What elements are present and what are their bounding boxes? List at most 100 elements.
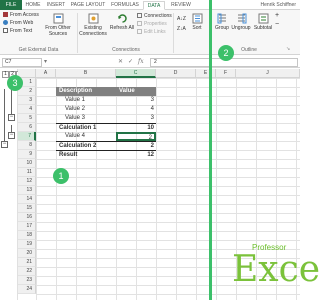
table-row-value[interactable]: 4 bbox=[116, 105, 156, 114]
tab-formulas[interactable]: FORMULAS bbox=[108, 1, 142, 10]
outline-dialog-launcher-icon[interactable]: ↘ bbox=[286, 46, 290, 53]
table-row-value[interactable]: 2 bbox=[116, 141, 156, 150]
text-file-icon bbox=[3, 28, 8, 33]
row-header-23[interactable]: 23 bbox=[18, 276, 36, 285]
table-row-value[interactable]: 10 bbox=[116, 123, 156, 132]
tab-file[interactable]: FILE bbox=[0, 0, 22, 10]
ribbon-tabs: FILE HOME INSERT PAGE LAYOUT FORMULAS DA… bbox=[0, 0, 300, 10]
connections-button[interactable]: Connections bbox=[137, 13, 172, 20]
active-cell[interactable]: 2 bbox=[116, 132, 156, 141]
tab-insert[interactable]: INSERT bbox=[44, 1, 68, 10]
table-row-value[interactable]: 3 bbox=[116, 96, 156, 105]
existing-connections-button[interactable]: Existing Connections bbox=[79, 13, 107, 37]
table-row-label[interactable]: Result bbox=[56, 150, 116, 159]
group-separator bbox=[173, 13, 174, 53]
sort-az-icon[interactable]: A↓Z bbox=[177, 16, 186, 23]
enter-icon[interactable]: ✓ bbox=[128, 58, 133, 66]
column-header-e[interactable]: E bbox=[196, 69, 216, 78]
outline-bracket-outer bbox=[4, 89, 5, 143]
tab-page-layout[interactable]: PAGE LAYOUT bbox=[69, 1, 107, 10]
row-header-7[interactable]: 7 bbox=[18, 132, 36, 141]
hide-detail-icon[interactable]: − bbox=[275, 21, 279, 28]
access-icon bbox=[3, 12, 8, 17]
logo-excel-text: Excel bbox=[232, 249, 320, 290]
group-label: Group bbox=[215, 25, 229, 31]
row-header-19[interactable]: 19 bbox=[18, 240, 36, 249]
table-row-label[interactable]: Value 4 bbox=[56, 132, 116, 141]
row-header-4[interactable]: 4 bbox=[18, 105, 36, 114]
annotation-marker-3: 3 bbox=[7, 75, 23, 91]
outline-bracket-inner bbox=[11, 89, 12, 116]
row-header-11[interactable]: 11 bbox=[18, 168, 36, 177]
row-header-13[interactable]: 13 bbox=[18, 186, 36, 195]
row-header-12[interactable]: 12 bbox=[18, 177, 36, 186]
table-row-label[interactable]: Calculation 2 bbox=[56, 141, 116, 150]
collapse-result-button[interactable]: − bbox=[1, 141, 8, 148]
subtotal-button[interactable]: Subtotal bbox=[252, 13, 274, 31]
sort-icon bbox=[192, 13, 202, 24]
insert-function-icon[interactable]: fx bbox=[138, 58, 144, 66]
outline-gutter: 1 2 3 − − − bbox=[0, 69, 23, 300]
table-header-description[interactable]: Description bbox=[56, 87, 116, 96]
row-header-10[interactable]: 10 bbox=[18, 159, 36, 168]
row-header-18[interactable]: 18 bbox=[18, 231, 36, 240]
row-header-24[interactable]: 24 bbox=[18, 285, 36, 294]
row-header-5[interactable]: 5 bbox=[18, 114, 36, 123]
collapse-calculation-1-button[interactable]: − bbox=[8, 114, 15, 121]
row-header-8[interactable]: 8 bbox=[18, 141, 36, 150]
sort-label: Sort bbox=[192, 25, 202, 31]
table-row-value[interactable]: 12 bbox=[116, 150, 156, 159]
row-header-17[interactable]: 17 bbox=[18, 222, 36, 231]
collapse-calculation-2-button[interactable]: − bbox=[8, 132, 15, 139]
annotation-marker-2: 2 bbox=[218, 45, 234, 61]
from-access-button[interactable]: From Access bbox=[3, 12, 39, 19]
name-box-dropdown-icon[interactable]: ▾ bbox=[44, 58, 47, 66]
column-header-c[interactable]: C bbox=[116, 69, 156, 78]
sort-za-icon[interactable]: Z↓A bbox=[177, 26, 186, 33]
row-header-22[interactable]: 22 bbox=[18, 267, 36, 276]
tab-home[interactable]: HOME bbox=[23, 1, 43, 10]
group-label-get-external: Get External Data bbox=[18, 47, 59, 53]
from-other-sources-button[interactable]: From Other Sources bbox=[43, 13, 73, 37]
ungroup-label: Ungroup bbox=[231, 25, 251, 31]
refresh-all-button[interactable]: Refresh All bbox=[109, 13, 135, 31]
sort-button[interactable]: Sort bbox=[188, 13, 206, 31]
row-header-14[interactable]: 14 bbox=[18, 195, 36, 204]
edit-links-button[interactable]: Edit Links bbox=[137, 29, 166, 36]
table-header-value[interactable]: Value bbox=[116, 87, 156, 96]
user-name[interactable]: Henrik Schiffner bbox=[261, 1, 296, 9]
web-icon bbox=[3, 20, 8, 25]
from-web-button[interactable]: From Web bbox=[3, 20, 33, 27]
name-box[interactable]: C7 bbox=[2, 58, 42, 67]
properties-label: Properties bbox=[144, 21, 167, 27]
group-separator bbox=[77, 13, 78, 53]
from-text-label: From Text bbox=[10, 28, 33, 34]
column-header-j[interactable]: J bbox=[236, 69, 300, 78]
table-row-label[interactable]: Value 2 bbox=[56, 105, 116, 114]
row-header-20[interactable]: 20 bbox=[18, 249, 36, 258]
column-header-f[interactable]: F bbox=[216, 69, 236, 78]
table-row-label[interactable]: Calculation 1 bbox=[56, 123, 116, 132]
cancel-icon[interactable]: ✕ bbox=[118, 58, 123, 66]
show-detail-icon[interactable]: + bbox=[275, 12, 279, 19]
table-row-label[interactable]: Value 3 bbox=[56, 114, 116, 123]
subtotal-icon bbox=[258, 13, 268, 24]
ungroup-icon bbox=[237, 13, 246, 24]
tab-review[interactable]: REVIEW bbox=[166, 1, 196, 10]
group-button[interactable]: Group bbox=[214, 13, 230, 31]
from-text-button[interactable]: From Text bbox=[3, 28, 32, 35]
table-row-value[interactable]: 3 bbox=[116, 114, 156, 123]
row-header-15[interactable]: 15 bbox=[18, 204, 36, 213]
row-header-21[interactable]: 21 bbox=[18, 258, 36, 267]
row-header-3[interactable]: 3 bbox=[18, 96, 36, 105]
tab-data[interactable]: DATA bbox=[143, 1, 165, 10]
column-header-d[interactable]: D bbox=[156, 69, 196, 78]
row-header-16[interactable]: 16 bbox=[18, 213, 36, 222]
column-header-a[interactable]: A bbox=[36, 69, 56, 78]
table-row-label[interactable]: Value 1 bbox=[56, 96, 116, 105]
column-header-b[interactable]: B bbox=[56, 69, 116, 78]
row-header-6[interactable]: 6 bbox=[18, 123, 36, 132]
properties-button[interactable]: Properties bbox=[137, 21, 167, 28]
ungroup-button[interactable]: Ungroup bbox=[231, 13, 251, 31]
row-header-9[interactable]: 9 bbox=[18, 150, 36, 159]
